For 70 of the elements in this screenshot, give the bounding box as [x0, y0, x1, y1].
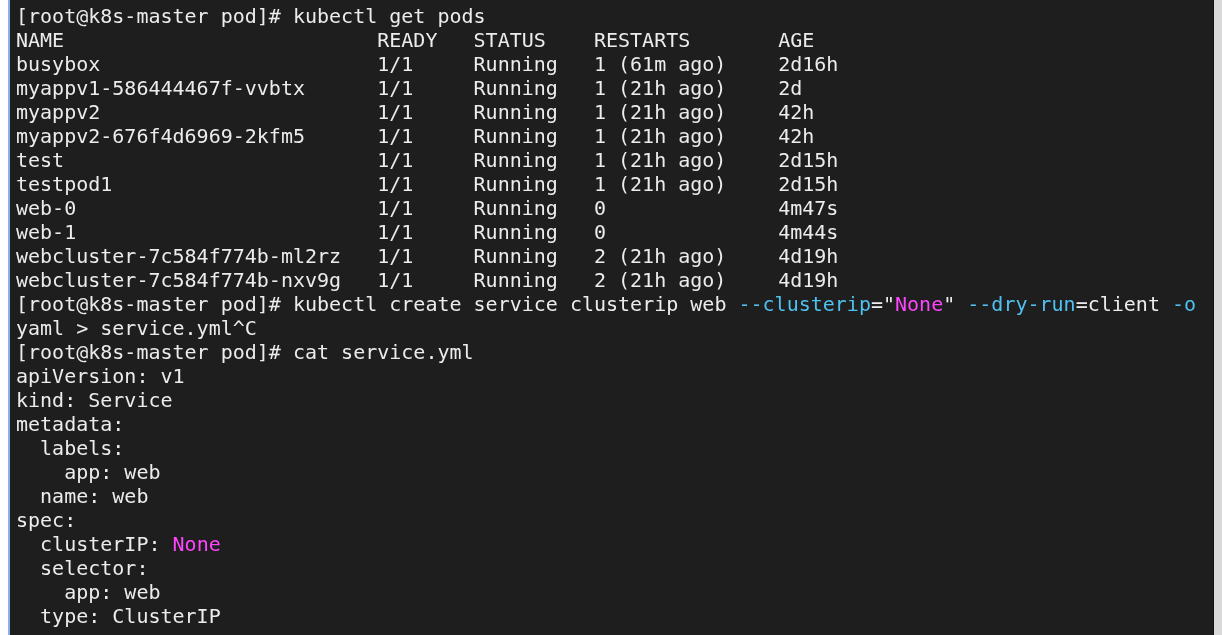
table-cell: 4m47s [778, 196, 839, 220]
table-cell: Running [473, 148, 558, 172]
output-line: clusterIP: None [39, 532, 221, 556]
table-cell: Running [473, 244, 558, 268]
table-cell: 1 (21h ago) [593, 148, 727, 172]
output-line: app: web [63, 580, 161, 604]
table-cell: 1/1 [377, 268, 414, 292]
table-cell: myappv1-586444467f-vvbtx [16, 76, 305, 100]
output-line: selector: [39, 556, 149, 580]
table-cell: 1/1 [377, 148, 414, 172]
table-cell: Running [473, 124, 558, 148]
table-cell: 2d16h [778, 52, 839, 76]
table-cell: 1/1 [377, 76, 414, 100]
column-header: NAME [16, 28, 65, 52]
column-header: STATUS [473, 28, 546, 52]
output-line: kind: Service [16, 388, 173, 412]
output-line: labels: [39, 436, 125, 460]
table-cell: 2d [778, 76, 803, 100]
output-line: spec: [16, 508, 77, 532]
table-cell: 1 (21h ago) [593, 76, 727, 100]
table-cell: 1/1 [377, 196, 414, 220]
table-cell: 4m44s [778, 220, 839, 244]
table-cell: 1/1 [377, 100, 414, 124]
table-cell: 42h [778, 124, 815, 148]
output-line: app: web [63, 460, 161, 484]
table-cell: 2d15h [778, 148, 839, 172]
table-cell: 1/1 [377, 244, 414, 268]
output-line: type: ClusterIP [39, 604, 221, 628]
table-cell: Running [473, 52, 558, 76]
table-cell: Running [473, 100, 558, 124]
table-cell: 1/1 [377, 220, 414, 244]
table-cell: 2 (21h ago) [593, 244, 727, 268]
table-cell: 1 (21h ago) [593, 172, 727, 196]
table-cell: 4d19h [778, 244, 839, 268]
table-cell: 1/1 [377, 124, 414, 148]
table-cell: 1/1 [377, 52, 414, 76]
table-cell: webcluster-7c584f774b-nxv9g [16, 268, 342, 292]
command-line: [root@k8s-master pod]# kubectl create service clusterip web --clusterip="None" --dry-run=client -o [16, 292, 1197, 316]
table-cell: myappv2 [16, 100, 101, 124]
table-cell: Running [473, 196, 558, 220]
table-cell: 1 (21h ago) [593, 100, 727, 124]
table-cell: 2 (21h ago) [593, 268, 727, 292]
output-line: apiVersion: v1 [16, 364, 185, 388]
table-cell: myappv2-676f4d6969-2kfm5 [16, 124, 305, 148]
table-cell: Running [473, 220, 558, 244]
command-line: [root@k8s-master pod]# cat service.yml [16, 340, 474, 364]
column-header: AGE [778, 28, 815, 52]
output-line: name: web [39, 484, 149, 508]
table-cell: Running [473, 172, 558, 196]
table-cell: 2d15h [778, 172, 839, 196]
command-line: [root@k8s-master pod]# kubectl get pods [16, 4, 486, 28]
output-line: metadata: [16, 412, 125, 436]
table-cell: 0 [593, 220, 606, 244]
table-cell: 42h [778, 100, 815, 124]
table-cell: 0 [593, 196, 606, 220]
column-header: RESTARTS [593, 28, 691, 52]
table-cell: 1 (21h ago) [593, 124, 727, 148]
command-line: yaml > service.yml^C [16, 316, 257, 340]
table-cell: Running [473, 268, 558, 292]
table-cell: 1 (61m ago) [593, 52, 727, 76]
table-cell: 1/1 [377, 172, 414, 196]
table-cell: web-1 [16, 220, 77, 244]
table-cell: busybox [16, 52, 101, 76]
table-cell: webcluster-7c584f774b-ml2rz [16, 244, 342, 268]
table-cell: test [16, 148, 65, 172]
table-cell: testpod1 [16, 172, 113, 196]
column-header: READY [377, 28, 438, 52]
table-cell: 4d19h [778, 268, 839, 292]
table-cell: Running [473, 76, 558, 100]
table-cell: web-0 [16, 196, 77, 220]
